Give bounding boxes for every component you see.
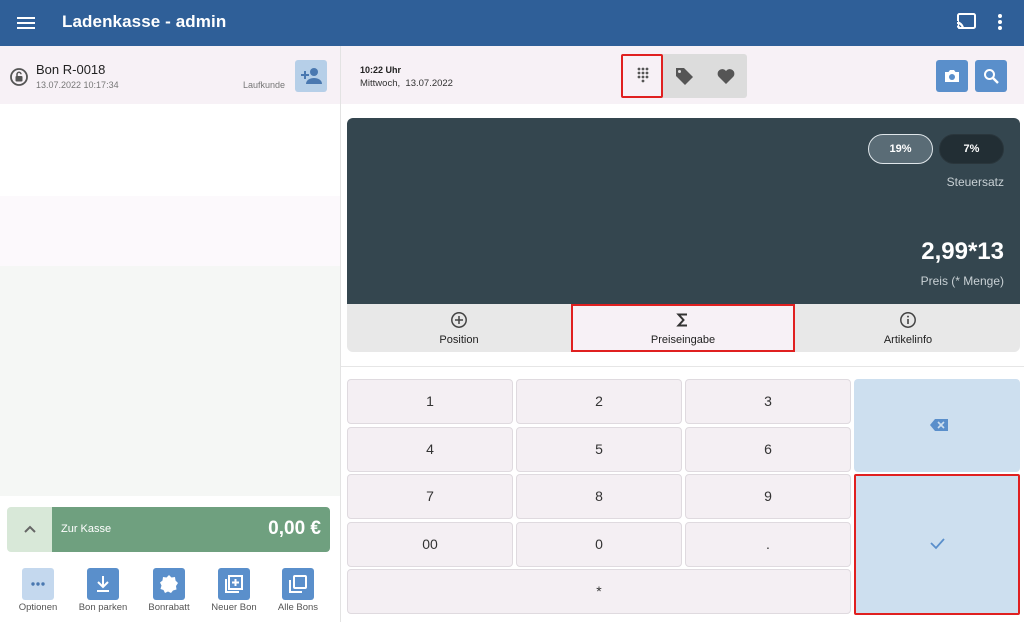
options-button[interactable]: Optionen [6,566,70,622]
more-horiz-icon [22,568,54,600]
add-customer-button[interactable] [295,60,327,92]
chevron-up-icon [24,525,36,533]
backspace-icon [930,419,948,431]
tax-rate-19[interactable]: 19% [868,134,933,164]
heart-icon [717,69,735,84]
customer-label: Laufkunde [243,80,286,90]
clock-day: 13.07.2022 [405,78,453,89]
key-4[interactable]: 4 [347,427,513,472]
key-multiply[interactable]: * [347,569,851,614]
cast-icon[interactable] [955,12,977,32]
park-receipt-button[interactable]: Bon parken [71,566,135,622]
camera-icon [945,70,959,82]
app-title: Ladenkasse - admin [62,12,227,31]
checkout-row: Zur Kasse 0,00 € [7,507,330,552]
receipt-toolbar: Optionen Bon parken Bonrabatt Neuer Bon … [0,566,340,622]
key-9[interactable]: 9 [685,474,851,519]
search-button[interactable] [975,60,1007,92]
expand-button[interactable] [7,507,53,552]
numeric-keypad: 1 2 3 4 5 6 7 8 9 00 0 . * [347,379,1022,615]
tab-price-entry[interactable]: Preiseingabe [571,304,795,352]
add-circle-icon [451,312,467,328]
entry-value-label: Preis (* Menge) [920,274,1004,288]
key-2[interactable]: 2 [516,379,682,424]
section-divider [341,366,1024,367]
library-icon [282,568,314,600]
receipt-list-area-lower [0,266,340,496]
tab-article-info[interactable]: Artikelinfo [796,304,1020,352]
app-bar: Ladenkasse - admin [0,0,1024,46]
menu-icon[interactable] [16,13,36,33]
key-0[interactable]: 0 [516,522,682,567]
tab-article-info-label: Artikelinfo [883,334,933,346]
new-receipt-button[interactable]: Neuer Bon [202,566,266,622]
sigma-icon [676,313,687,327]
camera-button[interactable] [936,60,968,92]
person-add-icon [301,68,322,84]
check-icon [930,538,945,550]
checkout-amount: 0,00 € [268,518,321,539]
key-5[interactable]: 5 [516,427,682,472]
all-receipts-button[interactable]: Alle Bons [266,566,330,622]
key-decimal[interactable]: . [685,522,851,567]
checkout-button[interactable]: Zur Kasse 0,00 € [52,507,330,552]
entry-value: 2,99*13 [921,238,1004,265]
receipt-discount-button[interactable]: Bonrabatt [137,566,201,622]
key-6[interactable]: 6 [685,427,851,472]
receipt-list-area [0,196,340,266]
all-receipts-label: Alle Bons [277,602,319,613]
add-box-icon [218,568,250,600]
tax-rate-7[interactable]: 7% [939,134,1004,164]
tag-icon [676,68,693,85]
info-icon [900,312,916,328]
confirm-button[interactable] [854,474,1020,615]
tab-position-label: Position [439,334,479,346]
dialpad-icon [637,67,649,83]
entry-display: 19% 7% Steuersatz 2,99*13 Preis (* Menge… [347,118,1020,304]
entry-tabs: Position Preiseingabe Artikelinfo [347,304,1020,352]
mode-keypad[interactable] [621,54,663,98]
discount-icon [153,568,185,600]
mode-favorites[interactable] [705,54,747,98]
clock-time: 10:22 Uhr [360,65,402,75]
input-mode-selector [621,54,747,98]
backspace-button[interactable] [854,379,1020,472]
search-icon [984,69,999,84]
entry-panel: 10:22 Uhr Mittwoch, 13.07.2022 19% 7% St… [341,46,1024,622]
tax-rate-label: Steuersatz [946,175,1004,189]
tab-price-entry-label: Preiseingabe [650,334,716,346]
lock-open-icon[interactable] [10,68,28,86]
entry-header: 10:22 Uhr Mittwoch, 13.07.2022 [341,46,1024,104]
park-receipt-label: Bon parken [78,602,128,613]
receipt-panel: Bon R-0018 13.07.2022 10:17:34 Laufkunde… [0,46,341,622]
tab-position[interactable]: Position [347,304,571,352]
mode-tag[interactable] [663,54,705,98]
key-00[interactable]: 00 [347,522,513,567]
key-3[interactable]: 3 [685,379,851,424]
receipt-title: Bon R-0018 [36,62,106,77]
key-7[interactable]: 7 [347,474,513,519]
key-8[interactable]: 8 [516,474,682,519]
receipt-datetime: 13.07.2022 10:17:34 [36,80,119,90]
key-1[interactable]: 1 [347,379,513,424]
checkout-label: Zur Kasse [61,523,112,535]
clock-weekday: Mittwoch, [360,78,401,89]
download-icon [87,568,119,600]
receipt-header: Bon R-0018 13.07.2022 10:17:34 Laufkunde [0,46,340,104]
clock-date: Mittwoch, 13.07.2022 [360,78,453,89]
more-vert-icon[interactable] [996,12,1004,32]
